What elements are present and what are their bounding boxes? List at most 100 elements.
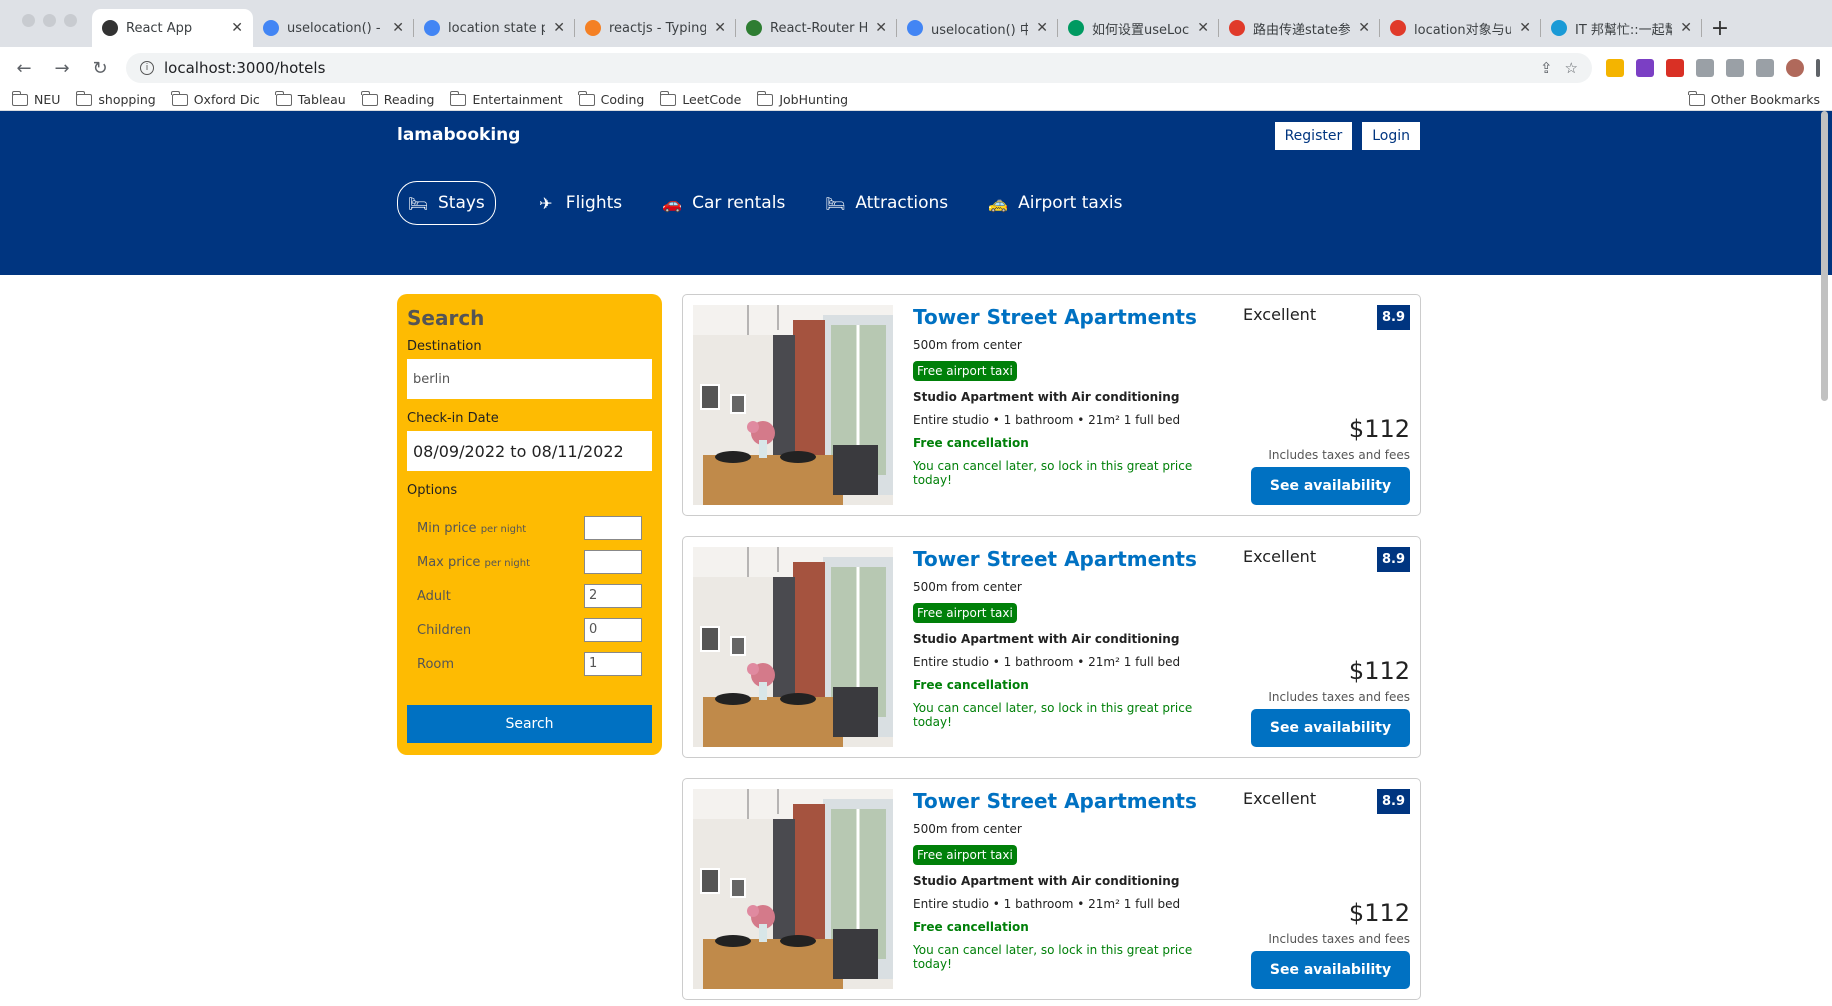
extension-icon[interactable] bbox=[1606, 59, 1624, 77]
close-tab-icon[interactable]: ✕ bbox=[875, 20, 887, 36]
close-tab-icon[interactable]: ✕ bbox=[1358, 20, 1370, 36]
plane-icon: ✈ bbox=[539, 193, 553, 213]
browser-tab[interactable]: uselocation() - G ✕ bbox=[253, 9, 414, 47]
minimize-window-icon[interactable] bbox=[43, 14, 56, 27]
tax-note: Includes taxes and fees bbox=[1268, 690, 1410, 704]
tab-title: uselocation() - G bbox=[287, 20, 385, 36]
browser-tab[interactable]: uselocation() 中 ✕ bbox=[897, 9, 1058, 47]
window-controls[interactable] bbox=[22, 14, 77, 27]
browser-tab[interactable]: location state pro ✕ bbox=[414, 9, 575, 47]
nav-item-label: Car rentals bbox=[692, 193, 786, 213]
browser-tab[interactable]: 路由传递state参 ✕ bbox=[1219, 9, 1380, 47]
nav-item-car-rentals[interactable]: 🚗 Car rentals bbox=[662, 181, 785, 225]
extension-icon[interactable] bbox=[1666, 59, 1684, 77]
side-panel-icon[interactable] bbox=[1756, 59, 1774, 77]
search-title: Search bbox=[407, 306, 485, 330]
close-window-icon[interactable] bbox=[22, 14, 35, 27]
destination-input[interactable]: berlin bbox=[407, 359, 652, 399]
option-row: Adult 2 bbox=[417, 579, 642, 613]
register-button[interactable]: Register bbox=[1274, 122, 1353, 150]
folder-icon bbox=[449, 90, 467, 106]
option-label-text: Adult bbox=[417, 588, 451, 604]
hotel-image[interactable] bbox=[693, 547, 893, 747]
tab-title: IT 邦幫忙::一起幫 bbox=[1575, 22, 1673, 38]
checkin-label: Check-in Date bbox=[407, 411, 499, 426]
hotel-name-link[interactable]: Tower Street Apartments bbox=[913, 305, 1223, 329]
close-tab-icon[interactable]: ✕ bbox=[1680, 20, 1692, 36]
nav-item-attractions[interactable]: 🛏 Attractions bbox=[825, 181, 948, 225]
bookmark-item[interactable]: shopping bbox=[75, 90, 156, 107]
address-bar[interactable]: i localhost:3000/hotels ⇪ ☆ bbox=[126, 53, 1592, 83]
maximize-window-icon[interactable] bbox=[64, 14, 77, 27]
option-label: Adult bbox=[417, 589, 451, 604]
hotel-features: Entire studio • 1 bathroom • 21m² 1 full… bbox=[913, 413, 1181, 427]
back-icon[interactable]: ← bbox=[12, 58, 36, 79]
option-label-text: Children bbox=[417, 622, 472, 638]
option-label-text: Room bbox=[417, 656, 455, 672]
option-input[interactable]: 0 bbox=[584, 618, 642, 642]
new-tab-button[interactable]: + bbox=[1702, 9, 1738, 47]
option-input[interactable] bbox=[584, 516, 642, 540]
site-info-icon[interactable]: i bbox=[140, 61, 154, 75]
browser-tab[interactable]: IT 邦幫忙::一起幫 ✕ bbox=[1541, 9, 1702, 47]
hotel-name-link[interactable]: Tower Street Apartments bbox=[913, 789, 1223, 813]
browser-tab[interactable]: React-Router Ho ✕ bbox=[736, 9, 897, 47]
login-button[interactable]: Login bbox=[1362, 122, 1420, 150]
bookmark-label: Tableau bbox=[297, 92, 346, 107]
nav-item-airport-taxis[interactable]: 🚕 Airport taxis bbox=[988, 181, 1122, 225]
bookmark-item[interactable]: Entertainment bbox=[449, 90, 563, 107]
see-availability-button[interactable]: See availability bbox=[1251, 951, 1410, 989]
bookmark-item[interactable]: LeetCode bbox=[659, 90, 741, 107]
other-bookmarks[interactable]: Other Bookmarks bbox=[1688, 90, 1820, 107]
profile-avatar[interactable] bbox=[1786, 59, 1804, 77]
checkin-date-field[interactable]: 08/09/2022 to 08/11/2022 bbox=[407, 431, 652, 471]
bookmark-item[interactable]: JobHunting bbox=[756, 90, 848, 107]
bookmark-star-icon[interactable]: ☆ bbox=[1565, 59, 1578, 77]
browser-tab[interactable]: React App ✕ bbox=[92, 9, 253, 47]
hotel-rating: Excellent 8.9 bbox=[1243, 547, 1410, 572]
search-button[interactable]: Search bbox=[407, 705, 652, 743]
nav-item-flights[interactable]: ✈ Flights bbox=[536, 181, 622, 225]
close-tab-icon[interactable]: ✕ bbox=[1519, 20, 1531, 36]
share-icon[interactable]: ⇪ bbox=[1540, 59, 1553, 77]
hotel-name-link[interactable]: Tower Street Apartments bbox=[913, 547, 1223, 571]
url-text[interactable]: localhost:3000/hotels bbox=[164, 59, 325, 77]
close-tab-icon[interactable]: ✕ bbox=[553, 20, 565, 36]
bookmark-label: Reading bbox=[383, 92, 435, 107]
hotel-image[interactable] bbox=[693, 789, 893, 989]
browser-tab[interactable]: reactjs - Typing t ✕ bbox=[575, 9, 736, 47]
close-tab-icon[interactable]: ✕ bbox=[1036, 20, 1048, 36]
close-tab-icon[interactable]: ✕ bbox=[714, 20, 726, 36]
page-scrollbar[interactable] bbox=[1821, 111, 1828, 401]
site-logo[interactable]: lamabooking bbox=[397, 125, 520, 145]
hotel-image[interactable] bbox=[693, 305, 893, 505]
nav-item-label: Airport taxis bbox=[1018, 193, 1123, 213]
browser-tab[interactable]: 如何设置useLoca ✕ bbox=[1058, 9, 1219, 47]
option-input[interactable]: 2 bbox=[584, 584, 642, 608]
menu-icon[interactable] bbox=[1816, 59, 1820, 77]
folder-icon bbox=[659, 90, 677, 106]
close-tab-icon[interactable]: ✕ bbox=[231, 20, 243, 36]
forward-icon[interactable]: → bbox=[50, 58, 74, 79]
reading-list-icon[interactable] bbox=[1726, 59, 1744, 77]
option-input[interactable] bbox=[584, 550, 642, 574]
bookmark-item[interactable]: NEU bbox=[11, 90, 60, 107]
option-input[interactable]: 1 bbox=[584, 652, 642, 676]
reload-icon[interactable]: ↻ bbox=[88, 58, 112, 79]
bookmark-item[interactable]: Reading bbox=[361, 90, 435, 107]
bookmark-item[interactable]: Coding bbox=[578, 90, 644, 107]
extension-icon[interactable] bbox=[1636, 59, 1654, 77]
price-box: $112 Includes taxes and fees See availabil… bbox=[1243, 657, 1410, 747]
browser-tab[interactable]: location对象与us ✕ bbox=[1380, 9, 1541, 47]
see-availability-button[interactable]: See availability bbox=[1251, 467, 1410, 505]
puzzle-icon[interactable] bbox=[1696, 59, 1714, 77]
see-availability-button[interactable]: See availability bbox=[1251, 709, 1410, 747]
bookmark-item[interactable]: Tableau bbox=[275, 90, 346, 107]
nav-item-stays[interactable]: 🛏 Stays bbox=[397, 181, 496, 225]
close-tab-icon[interactable]: ✕ bbox=[1197, 20, 1209, 36]
options-label: Options bbox=[407, 483, 458, 498]
close-tab-icon[interactable]: ✕ bbox=[392, 20, 404, 36]
rating-score-badge: 8.9 bbox=[1376, 547, 1410, 572]
search-panel: Search Destination berlin Check-in Date … bbox=[397, 294, 662, 755]
bookmark-item[interactable]: Oxford Dic bbox=[171, 90, 260, 107]
